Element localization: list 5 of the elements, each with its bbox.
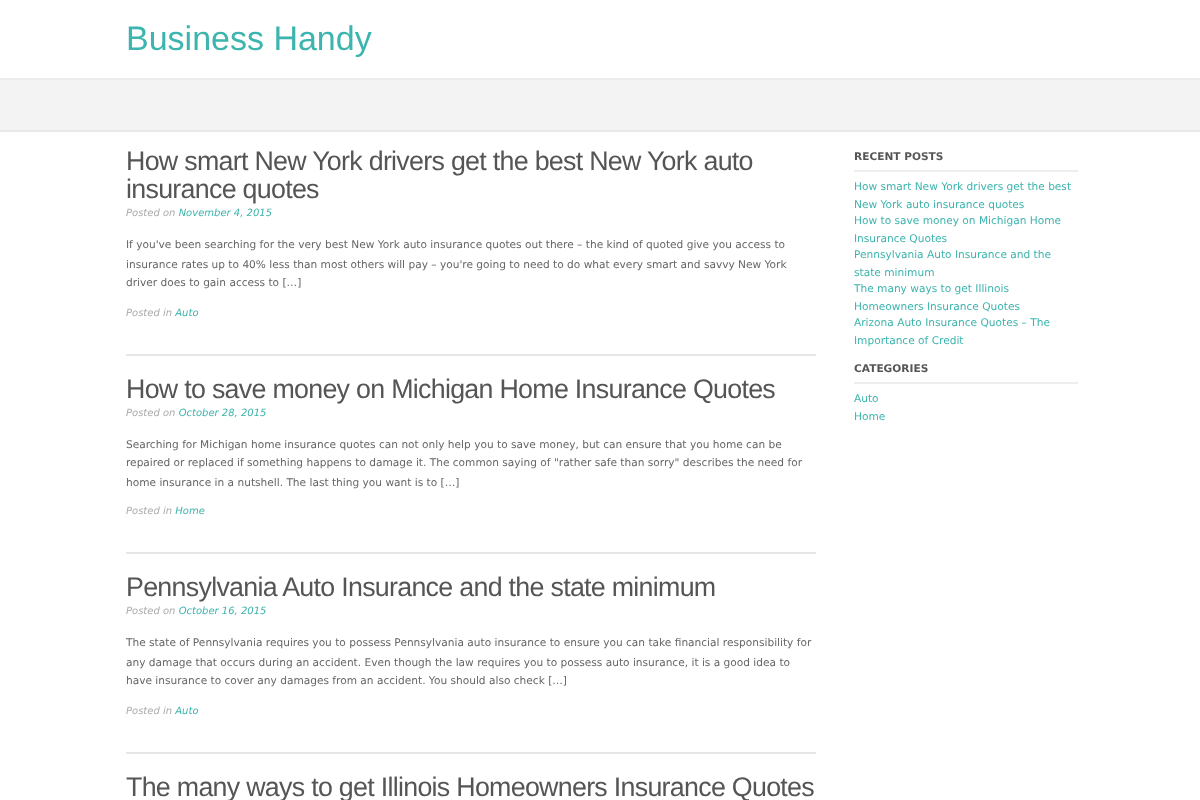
post-title[interactable]: The many ways to get Illinois Homeowners Insurance Quotes [126, 773, 816, 800]
post-title[interactable]: Pennsylvania Auto Insurance and the state minimum [126, 574, 816, 602]
site-title[interactable]: Business Handy [126, 19, 372, 59]
post-title[interactable]: How to save money on Michigan Home Insurance Quotes [126, 375, 816, 403]
post-title[interactable]: How smart New York drivers get the best New York auto insurance quotes [126, 148, 816, 204]
